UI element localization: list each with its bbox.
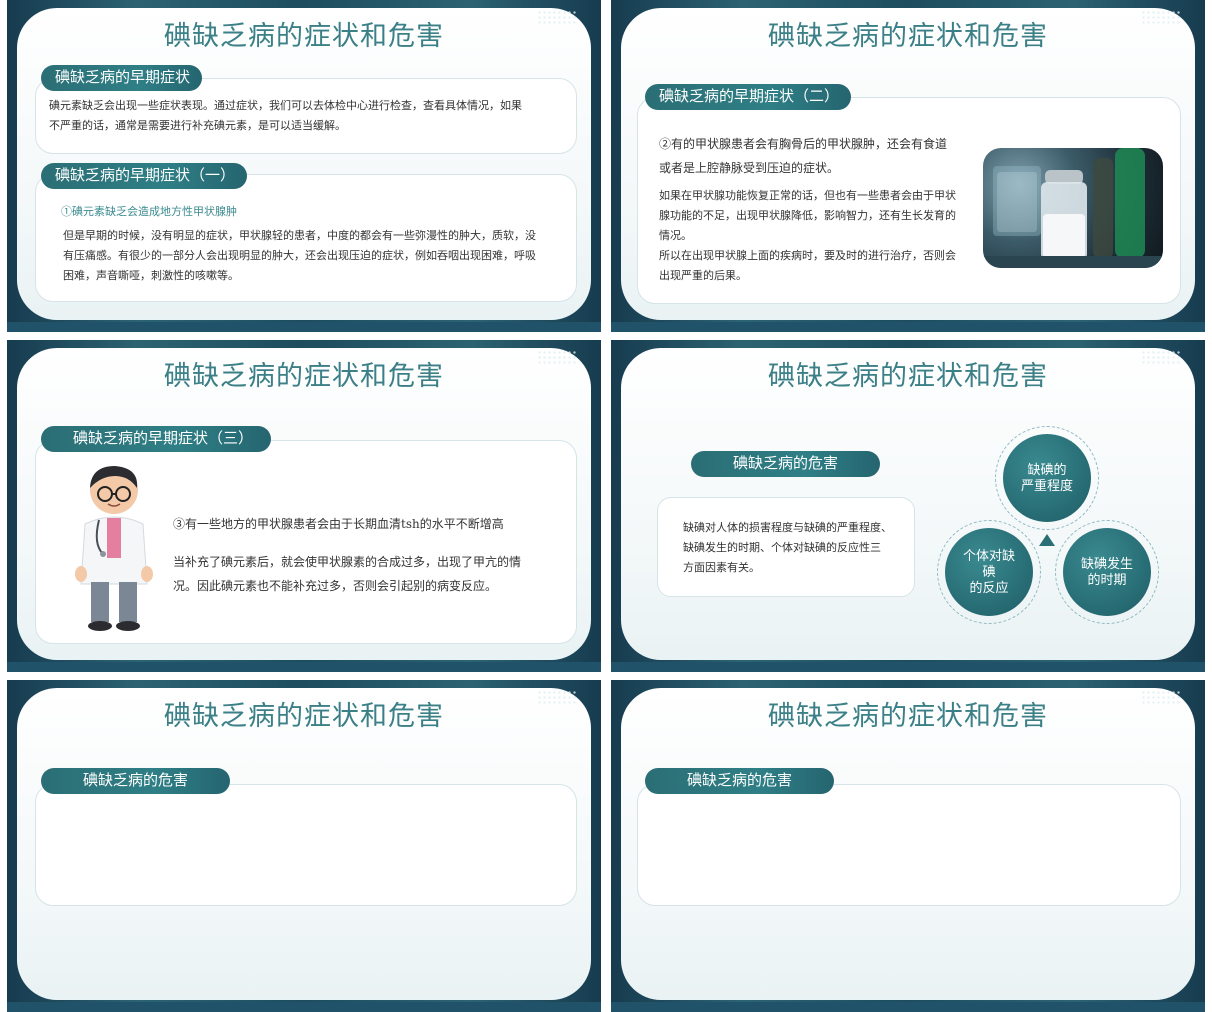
- circle-period-label: 缺碘发生 的时期: [1081, 556, 1133, 588]
- doctor-icon: [75, 466, 153, 631]
- salt-shaker-photo: [983, 148, 1163, 268]
- photo-illustration: [983, 148, 1163, 268]
- label-line: 缺碘的: [1027, 462, 1067, 477]
- para-a-line-1: ②有的甲状腺患者会有胸骨后的甲状腺肿，还会有食道: [659, 137, 948, 151]
- section-pill: 碘缺乏病的早期症状: [41, 65, 203, 91]
- content-box: [35, 784, 577, 906]
- slide-4[interactable]: 碘缺乏病的症状和危害 碘缺乏病的危害 缺碘对人体的损害程度与缺碘的严重程度、 缺…: [611, 340, 1205, 672]
- label-line: 个体对缺: [962, 548, 1015, 563]
- intro-line-1: 碘元素缺乏会出现一些症状表现。通过症状，我们可以去体检中心进行检查，查看具体情况…: [49, 99, 522, 112]
- section-pill: 碘缺乏病的早期症状（一）: [41, 163, 248, 189]
- paragraph-b: 如果在甲状腺功能恢复正常的话，但也有一些患者会由于甲状 腺功能的不足，出现甲状腺…: [659, 186, 979, 286]
- symptom-line-3: 困难，声音嘶哑，刺激性的咳嗽等。: [63, 269, 239, 282]
- circle-severity: 缺碘的 严重程度: [995, 426, 1099, 530]
- symptom-text: 但是早期的时候，没有明显的症状，甲状腺轻的患者，中度的都会有一些弥漫性的肿大，质…: [63, 226, 563, 286]
- circle-individual-label: 个体对缺碘的反应: [963, 548, 1015, 596]
- symptom-line-2: 有压痛感。有很少的一部分人会出现明显的肿大，还会出现压迫的症状，例如吞咽出现困难…: [63, 249, 536, 262]
- label-line: 碘: [982, 564, 996, 579]
- circle-period: 缺碘发生 的时期: [1055, 520, 1159, 624]
- content-box: [637, 784, 1181, 906]
- slide-2[interactable]: 碘缺乏病的症状和危害 碘缺乏病的早期症状（二） ②有的甲状腺患者会有胸骨后的甲状…: [611, 0, 1205, 332]
- point-3-detail: 当补充了碘元素后，就会使甲状腺素的合成过多，出现了甲亢的情 况。因此碘元素也不能…: [173, 550, 553, 598]
- para-b-line-3: 情况。: [659, 229, 692, 242]
- slide-title: 碘缺乏病的症状和危害: [164, 701, 444, 732]
- label-line: 的反应: [969, 580, 1009, 595]
- para-b-line-4: 所以在出现甲状腺上面的疾病时，要及时的进行治疗，否则会: [659, 249, 956, 262]
- slide-title: 碘缺乏病的症状和危害: [768, 21, 1048, 52]
- symptom-line-1: 但是早期的时候，没有明显的症状，甲状腺轻的患者，中度的都会有一些弥漫性的肿大，质…: [63, 229, 536, 242]
- slide-title: 碘缺乏病的症状和危害: [768, 361, 1048, 392]
- desc-line-2: 缺碘发生的时期、个体对缺碘的反应性三: [683, 541, 881, 554]
- intro-text: 碘元素缺乏会出现一些症状表现。通过症状，我们可以去体检中心进行检查，查看具体情况…: [49, 96, 569, 136]
- section-pill: 碘缺乏病的早期症状（二）: [645, 84, 852, 110]
- circle-individual-response: 个体对缺碘的反应: [937, 520, 1041, 624]
- label-line: 缺碘发生: [1080, 556, 1133, 571]
- section-pill: 碘缺乏病的危害: [645, 768, 835, 794]
- label-line: 的时期: [1087, 572, 1127, 587]
- slide-title: 碘缺乏病的症状和危害: [164, 21, 444, 52]
- desc-line-3: 方面因素有关。: [683, 561, 760, 574]
- circle-individual-fill: 个体对缺碘的反应: [945, 528, 1033, 616]
- section-pill: 碘缺乏病的危害: [41, 768, 231, 794]
- para-a-line-2: 或者是上腔静脉受到压迫的症状。: [659, 161, 840, 175]
- detail-line-2: 况。因此碘元素也不能补充过多，否则会引起别的病变反应。: [173, 579, 498, 593]
- doctor-illustration: [71, 464, 157, 634]
- slide-title: 碘缺乏病的症状和危害: [768, 701, 1048, 732]
- section-pill: 碘缺乏病的早期症状（三）: [41, 426, 272, 452]
- para-b-line-1: 如果在甲状腺功能恢复正常的话，但也有一些患者会由于甲状: [659, 189, 956, 202]
- para-b-line-2: 腺功能的不足，出现甲状腺降低，影响智力，还有生长发育的: [659, 209, 956, 222]
- para-b-line-5: 出现严重的后果。: [659, 269, 747, 282]
- slide-3[interactable]: 碘缺乏病的症状和危害 碘缺乏病的早期症状（三） ③有一些地方的甲状腺患者会由于长…: [7, 340, 601, 672]
- label-line: 严重程度: [1020, 478, 1073, 493]
- intro-line-2: 不严重的话，通常是需要进行补充碘元素，是可以适当缓解。: [49, 119, 346, 132]
- circle-period-fill: 缺碘发生 的时期: [1063, 528, 1151, 616]
- point-3-line: ③有一些地方的甲状腺患者会由于长期血清tsh的水平不断增高: [173, 517, 504, 531]
- triangle-icon: [1039, 534, 1055, 546]
- description-text: 缺碘对人体的损害程度与缺碘的严重程度、 缺碘发生的时期、个体对缺碘的反应性三 方…: [683, 518, 907, 578]
- detail-line-1: 当补充了碘元素后，就会使甲状腺素的合成过多，出现了甲亢的情: [173, 555, 522, 569]
- slide-5[interactable]: 碘缺乏病的症状和危害 碘缺乏病的危害: [7, 680, 601, 1012]
- slide-1[interactable]: 碘缺乏病的症状和危害 碘缺乏病的早期症状 碘元素缺乏会出现一些症状表现。通过症状…: [7, 0, 601, 332]
- highlight-text: ①碘元素缺乏会造成地方性甲状腺肿: [61, 205, 237, 218]
- section-pill: 碘缺乏病的危害: [691, 451, 881, 477]
- slide-title: 碘缺乏病的症状和危害: [164, 361, 444, 392]
- desc-line-1: 缺碘对人体的损害程度与缺碘的严重程度、: [683, 521, 892, 534]
- paragraph-a: ②有的甲状腺患者会有胸骨后的甲状腺肿，还会有食道 或者是上腔静脉受到压迫的症状。: [659, 132, 979, 180]
- circle-severity-fill: 缺碘的 严重程度: [1003, 434, 1091, 522]
- slide-6[interactable]: 碘缺乏病的症状和危害 碘缺乏病的危害: [611, 680, 1205, 1012]
- circle-severity-label: 缺碘的 严重程度: [1021, 462, 1073, 494]
